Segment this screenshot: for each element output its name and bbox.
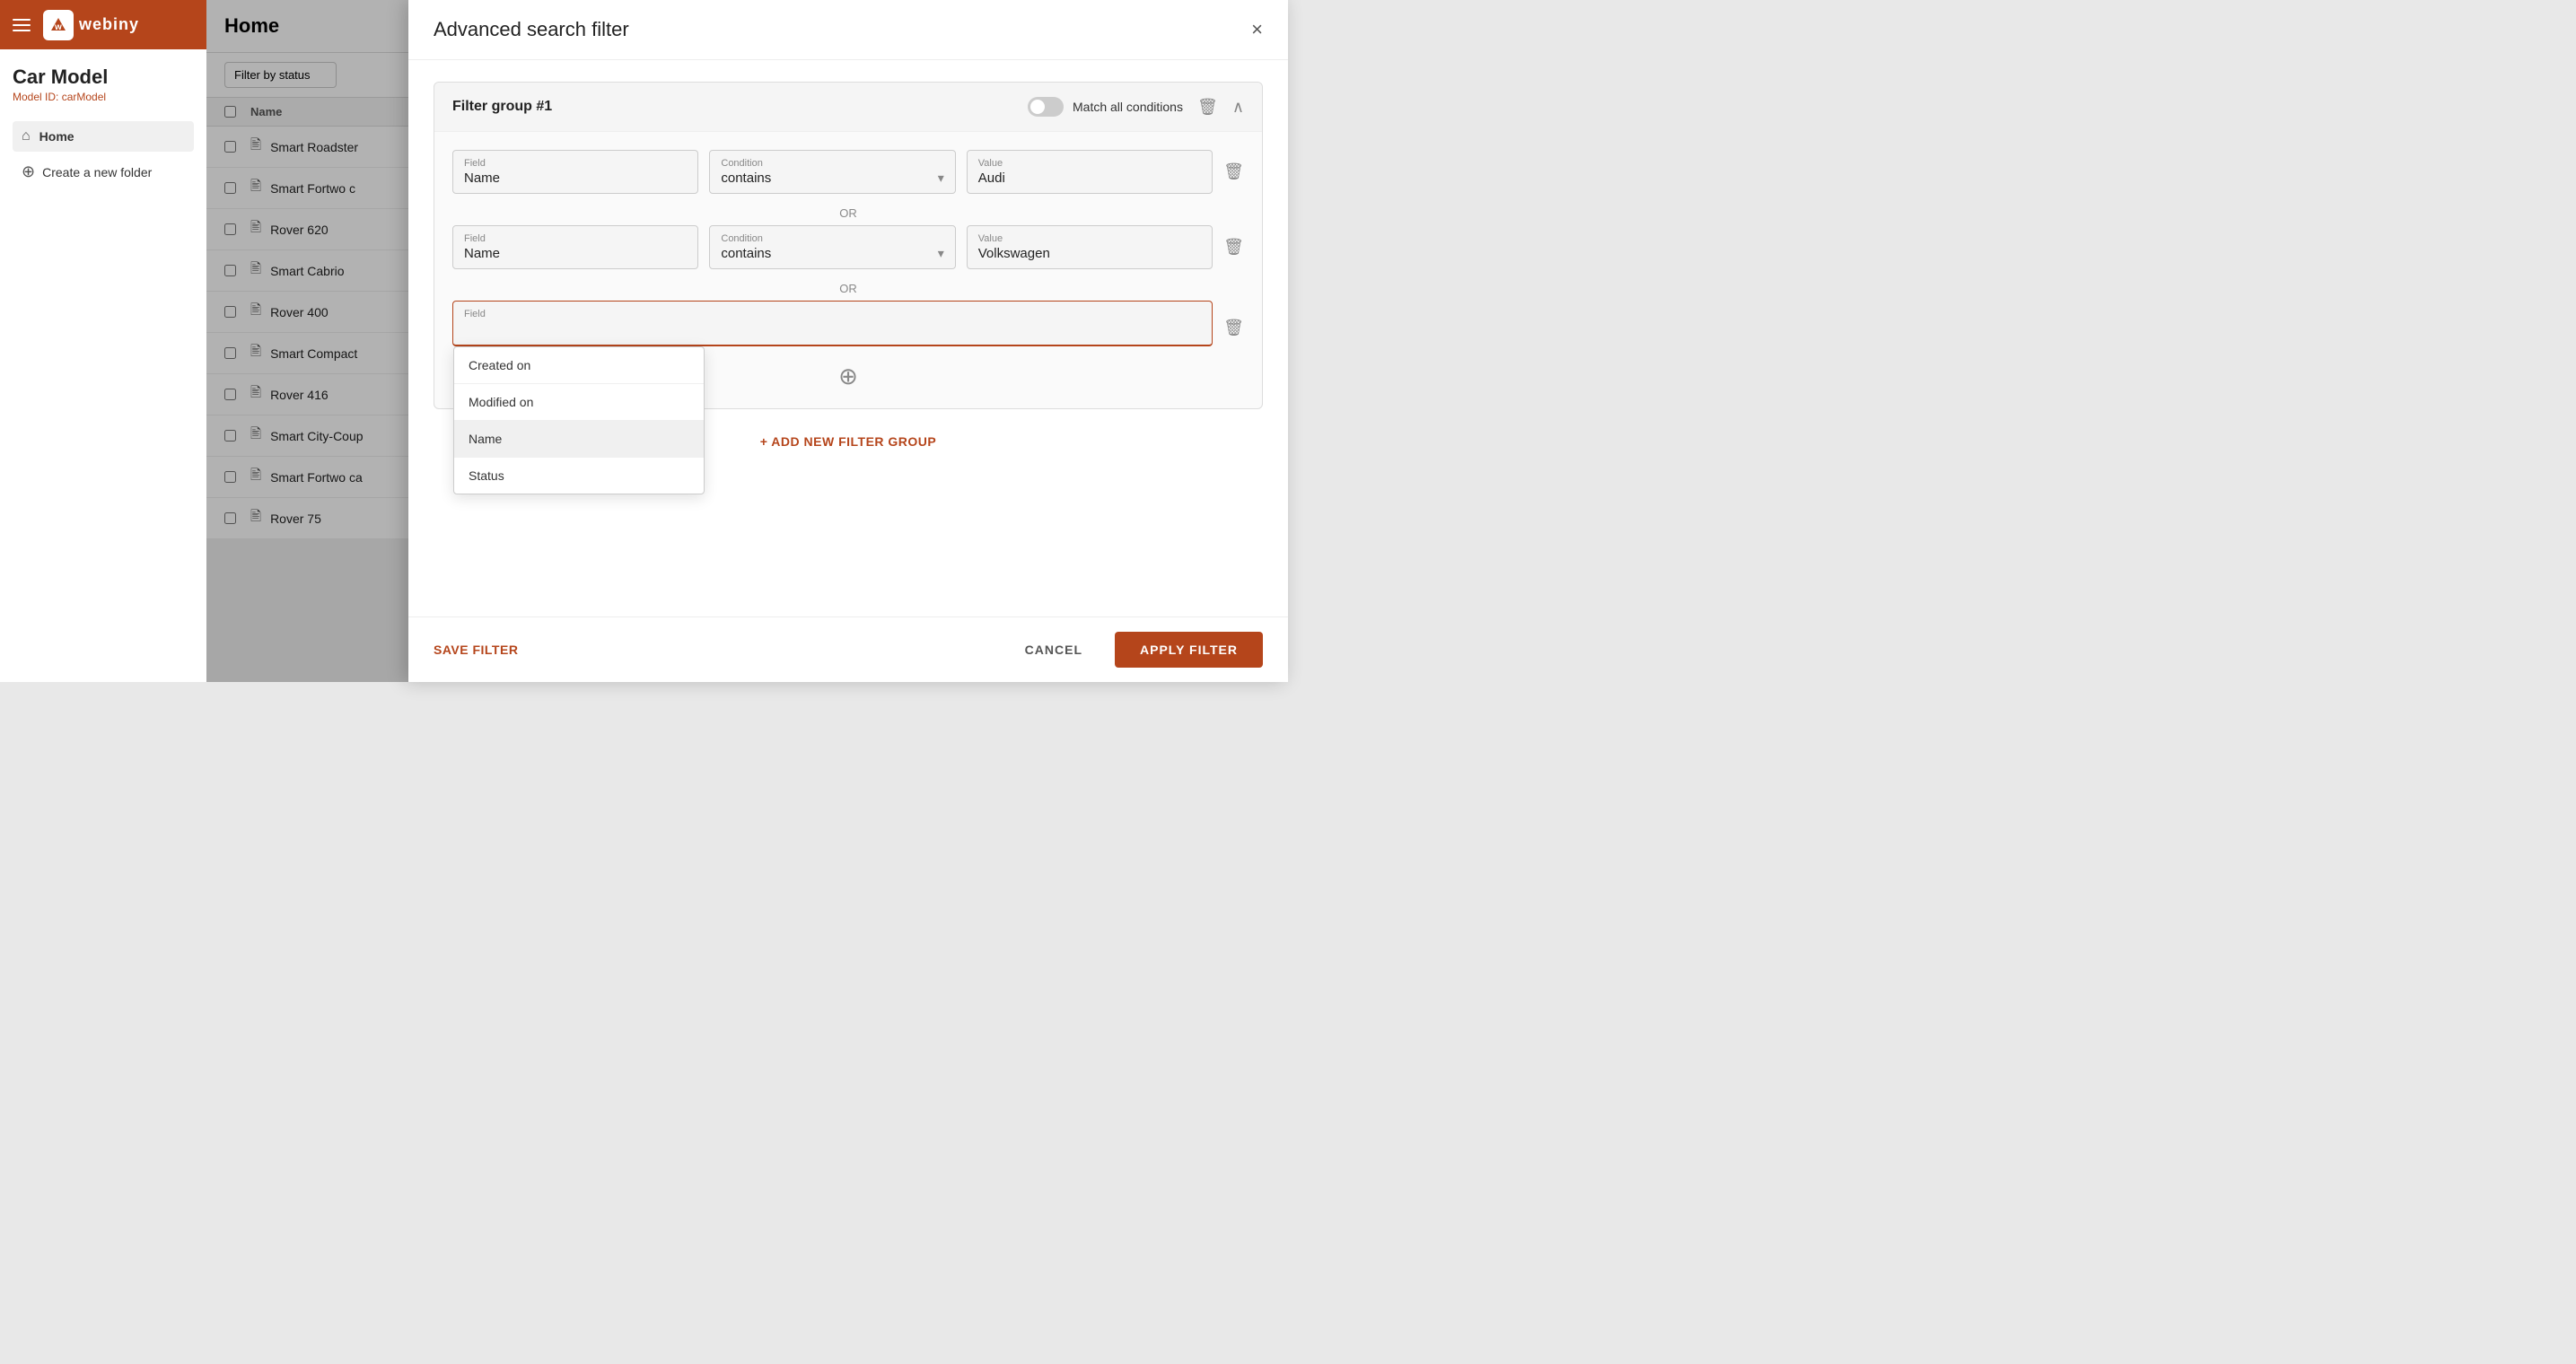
sidebar-body: Car Model Model ID: carModel ⌂ Home ⊕ Cr… bbox=[0, 49, 206, 205]
value-label-1: Value bbox=[978, 158, 1201, 169]
top-bar: w webiny bbox=[0, 0, 206, 49]
modal-body: Filter group #1 Match all conditions 🗑 ∧ bbox=[408, 60, 1288, 616]
condition-label-2: Condition bbox=[721, 233, 771, 244]
collapse-group-button[interactable]: ∧ bbox=[1232, 98, 1244, 117]
value-field-1: Audi bbox=[978, 170, 1201, 186]
save-filter-button[interactable]: SAVE FILTER bbox=[434, 643, 518, 657]
create-folder-button[interactable]: ⊕ Create a new folder bbox=[13, 155, 194, 188]
model-id: Model ID: carModel bbox=[13, 91, 194, 103]
logo-icon: w bbox=[43, 10, 74, 40]
field-dropdown: Created on Modified on Name Status bbox=[453, 346, 705, 494]
filter-group-title: Filter group #1 bbox=[452, 99, 1013, 115]
modal-footer: SAVE FILTER CANCEL APPLY FILTER bbox=[408, 616, 1288, 682]
field-label-1: Field bbox=[464, 158, 687, 169]
filter-row-1: Field Name Condition contains ▾ bbox=[452, 150, 1244, 194]
delete-group-button[interactable]: 🗑 bbox=[1197, 98, 1218, 117]
or-separator-2: OR bbox=[452, 282, 1244, 295]
home-icon: ⌂ bbox=[22, 128, 31, 144]
condition-inner-2: Condition contains bbox=[721, 233, 771, 261]
logo-text: webiny bbox=[79, 15, 139, 34]
chevron-down-icon: ▾ bbox=[938, 246, 944, 261]
dropdown-item-status[interactable]: Status bbox=[454, 458, 704, 494]
match-toggle-area: Match all conditions bbox=[1028, 97, 1183, 117]
filter-group: Filter group #1 Match all conditions 🗑 ∧ bbox=[434, 82, 1263, 409]
hamburger-menu[interactable] bbox=[13, 19, 31, 31]
filter-row-2: Field Name Condition contains ▾ bbox=[452, 225, 1244, 269]
field-box-3-active[interactable]: Field Created on Modified on Name Status bbox=[452, 301, 1213, 346]
dropdown-item-modified-on[interactable]: Modified on bbox=[454, 384, 704, 421]
close-modal-button[interactable]: × bbox=[1251, 20, 1263, 39]
delete-row-3-button[interactable]: 🗑 bbox=[1223, 319, 1244, 337]
dropdown-item-created-on[interactable]: Created on bbox=[454, 347, 704, 384]
sidebar: w webiny Car Model Model ID: carModel ⌂ … bbox=[0, 0, 206, 682]
filter-row-3: Field Created on Modified on Name Status bbox=[452, 301, 1244, 346]
modal-overlay: Advanced search filter × Filter group #1… bbox=[206, 0, 1288, 682]
or-separator-1: OR bbox=[452, 206, 1244, 220]
cancel-button[interactable]: CANCEL bbox=[1007, 634, 1100, 666]
chevron-down-icon: ▾ bbox=[938, 170, 944, 186]
condition-label-1: Condition bbox=[721, 158, 771, 169]
match-all-toggle[interactable] bbox=[1028, 97, 1064, 117]
sidebar-nav: ⌂ Home ⊕ Create a new folder bbox=[13, 121, 194, 188]
field-label-3: Field bbox=[464, 309, 1201, 319]
field-box-2: Field Name bbox=[452, 225, 698, 269]
value-box-1: Value Audi bbox=[967, 150, 1213, 194]
condition-box-1[interactable]: Condition contains ▾ bbox=[709, 150, 955, 194]
condition-value-1: contains bbox=[721, 170, 771, 186]
main-content: Home Filter by status Name 🖹 Smart Roads… bbox=[206, 0, 1288, 682]
value-field-2: Volkswagen bbox=[978, 246, 1201, 261]
modal-title: Advanced search filter bbox=[434, 18, 629, 41]
match-all-label: Match all conditions bbox=[1073, 100, 1183, 114]
footer-right: CANCEL APPLY FILTER bbox=[1007, 632, 1263, 668]
dropdown-item-name[interactable]: Name bbox=[454, 421, 704, 458]
toggle-knob bbox=[1030, 100, 1045, 114]
field-box-1: Field Name bbox=[452, 150, 698, 194]
svg-text:w: w bbox=[54, 22, 62, 32]
field-value-2: Name bbox=[464, 246, 687, 261]
apply-filter-button[interactable]: APPLY FILTER bbox=[1115, 632, 1263, 668]
condition-inner-1: Condition contains bbox=[721, 158, 771, 186]
condition-value-2: contains bbox=[721, 246, 771, 261]
field-value-1: Name bbox=[464, 170, 687, 186]
filter-group-header: Filter group #1 Match all conditions 🗑 ∧ bbox=[434, 83, 1262, 132]
filter-group-body: Field Name Condition contains ▾ bbox=[434, 132, 1262, 408]
condition-box-2[interactable]: Condition contains ▾ bbox=[709, 225, 955, 269]
delete-row-1-button[interactable]: 🗑 bbox=[1223, 162, 1244, 181]
model-title: Car Model bbox=[13, 66, 194, 89]
field-input-3[interactable] bbox=[464, 321, 1201, 337]
delete-row-2-button[interactable]: 🗑 bbox=[1223, 238, 1244, 257]
logo: w webiny bbox=[43, 10, 139, 40]
modal-panel: Advanced search filter × Filter group #1… bbox=[408, 0, 1288, 682]
value-box-2: Value Volkswagen bbox=[967, 225, 1213, 269]
sidebar-item-home[interactable]: ⌂ Home bbox=[13, 121, 194, 152]
plus-circle-icon: ⊕ bbox=[22, 162, 35, 181]
modal-header: Advanced search filter × bbox=[408, 0, 1288, 60]
field-label-2: Field bbox=[464, 233, 687, 244]
value-label-2: Value bbox=[978, 233, 1201, 244]
